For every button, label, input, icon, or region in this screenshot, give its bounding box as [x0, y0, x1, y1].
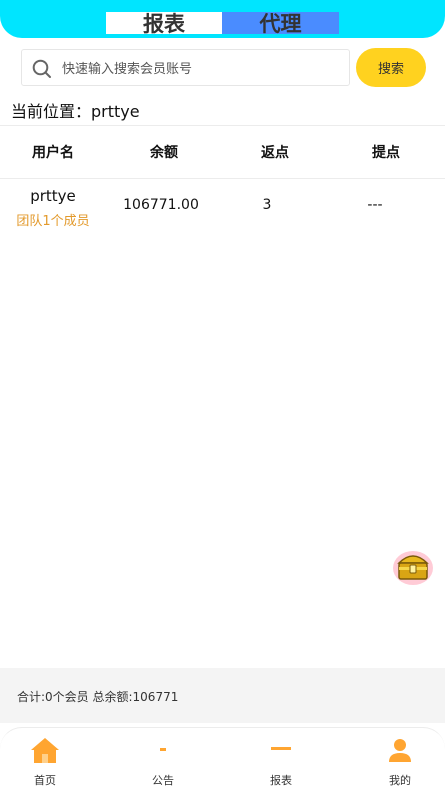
divider [0, 178, 445, 179]
nav-report-label: 报表 [270, 774, 292, 787]
table-row[interactable]: prttye 团队1个成员 106771.00 3 --- [0, 180, 445, 232]
table-header: 用户名 余额 返点 提点 [0, 126, 445, 178]
row-balance: 106771.00 [123, 197, 199, 213]
nav-mine[interactable]: 我的 [355, 728, 445, 793]
search-icon [32, 59, 51, 78]
row-username[interactable]: prttye [0, 187, 108, 205]
nav-mine-label: 我的 [389, 774, 411, 787]
announcement-icon [160, 748, 166, 751]
report-icon [271, 747, 291, 750]
row-commission: --- [367, 197, 383, 213]
search-button[interactable]: 搜索 [356, 48, 426, 87]
top-header: 报表 代理 [0, 0, 445, 38]
summary-bar: 合计:0个会员 总余额:106771 [0, 668, 445, 723]
column-commission: 提点 [372, 145, 400, 161]
bottom-nav: 首页 公告 报表 我的 [0, 727, 445, 793]
nav-report[interactable]: 报表 [236, 728, 326, 793]
summary-text: 合计:0个会员 总余额:106771 [17, 690, 179, 704]
row-rebate: 3 [262, 197, 272, 213]
tab-report[interactable]: 报表 [106, 12, 222, 36]
current-location: 当前位置：prttye [11, 102, 140, 121]
search-box [21, 49, 350, 86]
column-username: 用户名 [32, 145, 74, 161]
search-input[interactable] [60, 55, 344, 83]
column-rebate: 返点 [261, 145, 289, 161]
nav-home-label: 首页 [34, 774, 56, 787]
treasure-chest-icon[interactable] [392, 545, 434, 587]
home-icon [31, 738, 59, 763]
user-icon [389, 739, 411, 762]
row-team-count[interactable]: 团队1个成员 [0, 210, 108, 229]
column-balance: 余额 [150, 145, 178, 161]
nav-home[interactable]: 首页 [0, 728, 90, 793]
tab-agent[interactable]: 代理 [222, 12, 339, 36]
nav-announcement-label: 公告 [152, 774, 174, 787]
nav-announcement[interactable]: 公告 [118, 728, 208, 793]
